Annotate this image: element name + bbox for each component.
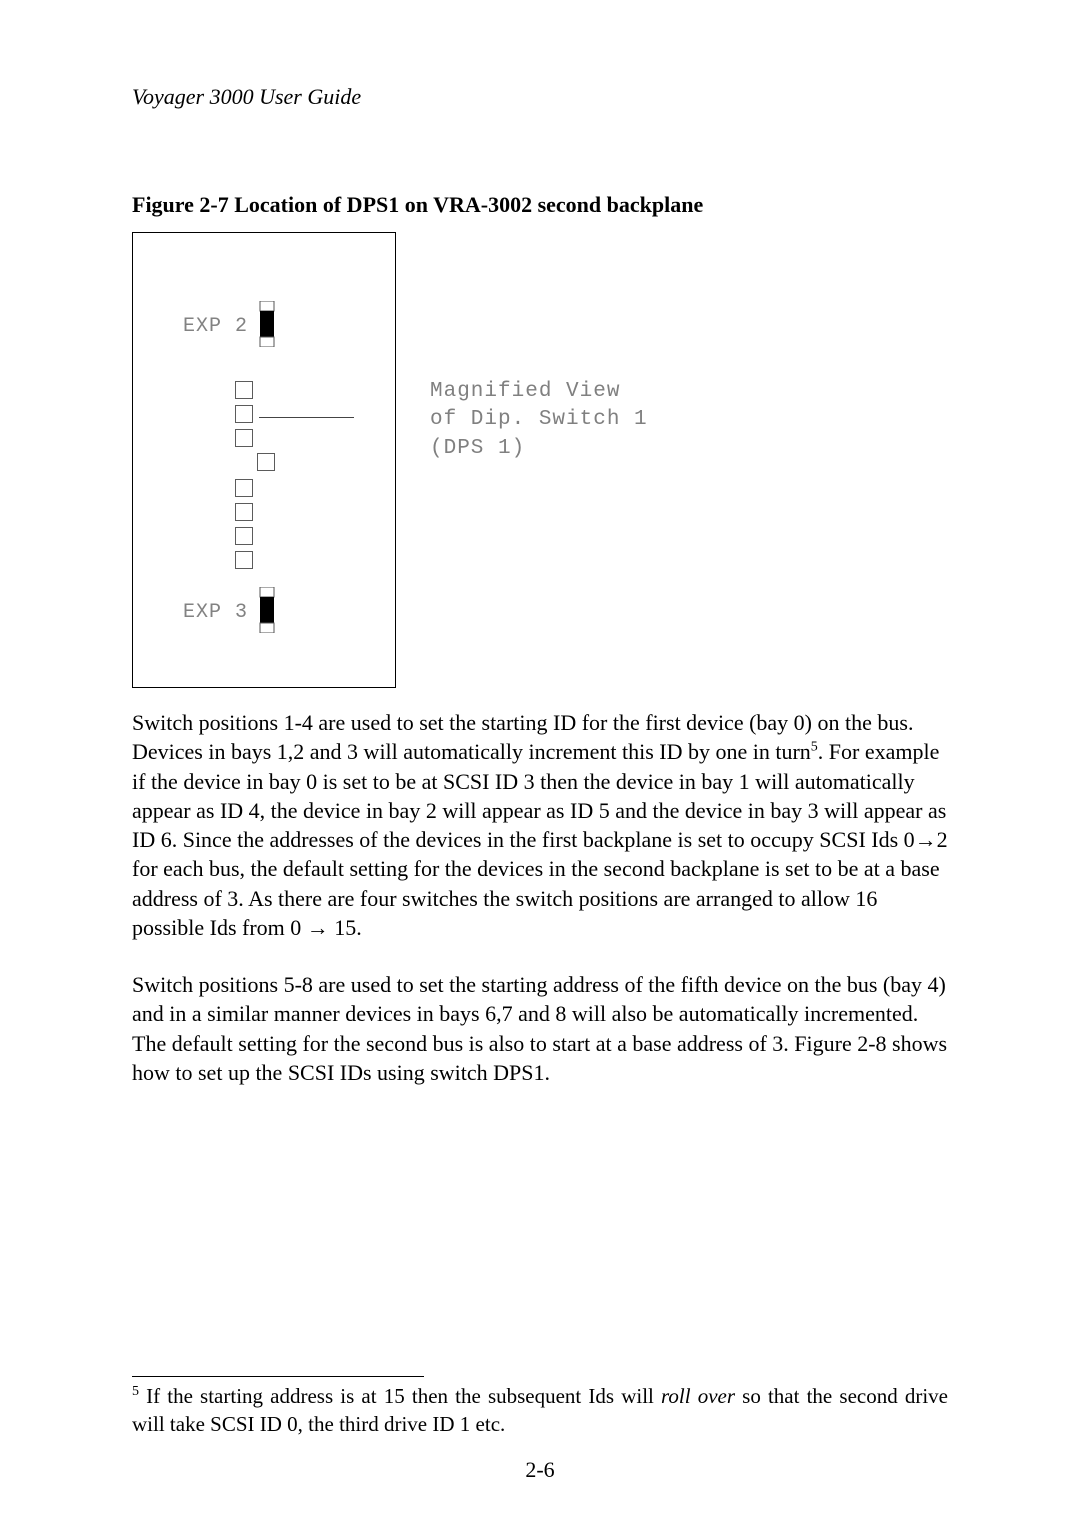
annotation-line-1: Magnified View bbox=[430, 378, 648, 406]
footnote-italic: roll over bbox=[661, 1384, 735, 1408]
chip-icon bbox=[235, 551, 253, 569]
p1-part-a: Switch positions 1-4 are used to set the… bbox=[132, 710, 913, 764]
chip-icon bbox=[235, 527, 253, 545]
exp-3-connector-icon bbox=[256, 587, 278, 638]
arrow-icon: → bbox=[915, 827, 937, 852]
page-header: Voyager 3000 User Guide bbox=[132, 84, 948, 110]
footnote-block: 5 If the starting address is at 15 then … bbox=[132, 1386, 948, 1439]
page-number: 2-6 bbox=[0, 1457, 1080, 1483]
chip-icon bbox=[235, 479, 253, 497]
page: Voyager 3000 User Guide Figure 2-7 Locat… bbox=[0, 0, 1080, 1529]
ic-column bbox=[235, 381, 275, 575]
exp-2-row: EXP 2 bbox=[183, 301, 278, 352]
diagram-block: EXP 2 bbox=[132, 232, 948, 688]
chip-icon bbox=[235, 429, 253, 447]
arrow-icon: → bbox=[307, 915, 329, 940]
footnote-a: If the starting address is at 15 then th… bbox=[139, 1384, 661, 1408]
exp-3-label: EXP 3 bbox=[183, 601, 248, 624]
chip-icon bbox=[235, 503, 253, 521]
page-number-text: 2-6 bbox=[525, 1457, 554, 1482]
exp-3-row: EXP 3 bbox=[183, 587, 278, 638]
backplane-diagram: EXP 2 bbox=[132, 232, 396, 688]
chip-icon bbox=[235, 405, 253, 423]
diagram-annotation: Magnified View of Dip. Switch 1 (DPS 1) bbox=[430, 378, 648, 463]
footnote-text: 5 If the starting address is at 15 then … bbox=[132, 1383, 948, 1439]
body-text: Switch positions 1-4 are used to set the… bbox=[132, 708, 948, 1087]
footnote-ref-5: 5 bbox=[811, 740, 818, 755]
figure-caption-text: Figure 2-7 Location of DPS1 on VRA-3002 … bbox=[132, 192, 703, 217]
chip-icon bbox=[257, 453, 275, 471]
annotation-line-3: (DPS 1) bbox=[430, 435, 648, 463]
paragraph-1: Switch positions 1-4 are used to set the… bbox=[132, 708, 948, 942]
p1-part-d: 15. bbox=[329, 915, 362, 940]
paragraph-2: Switch positions 5-8 are used to set the… bbox=[132, 970, 948, 1087]
chip-icon bbox=[235, 381, 253, 399]
figure-caption: Figure 2-7 Location of DPS1 on VRA-3002 … bbox=[132, 192, 948, 218]
footnote-num: 5 bbox=[132, 1384, 139, 1399]
footnote-separator bbox=[132, 1376, 424, 1377]
header-title: Voyager 3000 User Guide bbox=[132, 84, 361, 109]
exp-2-connector-icon bbox=[256, 301, 278, 352]
leader-line bbox=[259, 417, 354, 418]
annotation-line-2: of Dip. Switch 1 bbox=[430, 406, 648, 434]
exp-2-label: EXP 2 bbox=[183, 315, 248, 338]
p2-text: Switch positions 5-8 are used to set the… bbox=[132, 972, 947, 1085]
